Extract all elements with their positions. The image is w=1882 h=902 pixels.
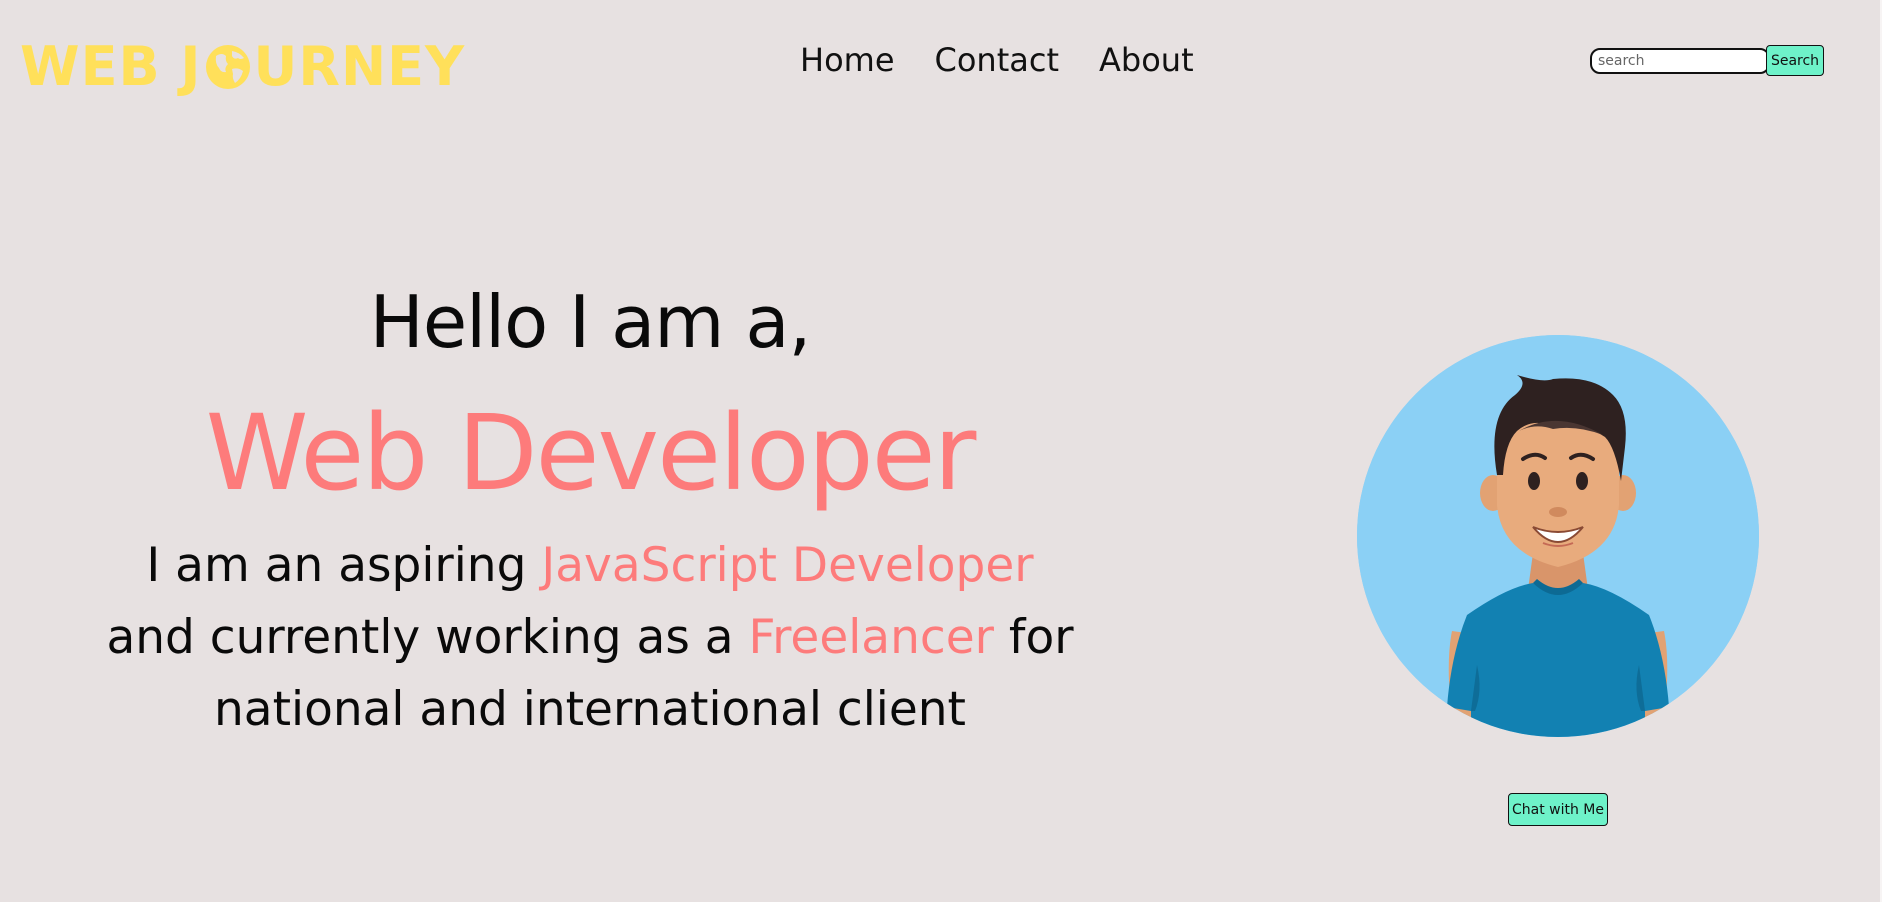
search-button[interactable]: Search [1766,45,1824,76]
hero-greeting: Hello I am a, [369,280,812,364]
desc-text-3: for [993,610,1074,665]
nav-about[interactable]: About [1099,38,1194,82]
site-logo[interactable]: WEB J URNEY [20,38,465,96]
desc-text-2: and currently working as a [106,610,749,665]
globe-icon [205,45,250,89]
desc-highlight-freelancer: Freelancer [748,610,994,665]
search-input[interactable] [1590,48,1770,74]
desc-highlight-javascript: JavaScript Developer [541,538,1034,593]
desc-text-4: national and international client [214,682,966,737]
developer-illustration [1357,335,1759,737]
logo-text-start: WEB J [20,35,202,98]
main-nav: Home Contact About [800,38,1194,82]
logo-text-end: URNEY [253,35,466,98]
desc-text-1: I am an aspiring [146,538,542,593]
nav-contact[interactable]: Contact [935,38,1060,82]
hero-description: I am an aspiring JavaScript Developer an… [70,530,1110,746]
hero-section: Hello I am a, Web Developer I am an aspi… [70,270,1110,746]
hero-title: Web Developer [205,392,977,514]
developer-avatar [1357,335,1759,737]
nav-home[interactable]: Home [800,38,895,82]
chat-button[interactable]: Chat with Me [1508,793,1608,826]
